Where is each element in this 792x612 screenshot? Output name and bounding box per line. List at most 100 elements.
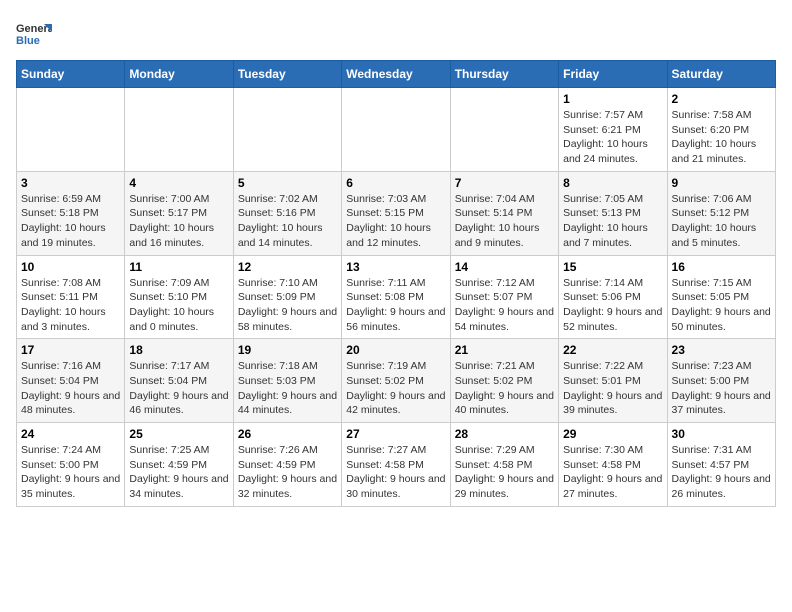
- day-number: 5: [238, 176, 337, 190]
- calendar-cell: 17 Sunrise: 7:16 AM Sunset: 5:04 PM Dayli…: [17, 339, 125, 423]
- day-info: Sunrise: 7:19 AM Sunset: 5:02 PM Dayligh…: [346, 359, 445, 418]
- day-number: 16: [672, 260, 771, 274]
- weekday-header: Sunday: [17, 61, 125, 88]
- calendar-cell: 21 Sunrise: 7:21 AM Sunset: 5:02 PM Dayli…: [450, 339, 558, 423]
- calendar-cell: 6Sunrise: 7:03 AM Sunset: 5:15 PM Daylig…: [342, 171, 450, 255]
- day-info: Sunrise: 7:10 AM Sunset: 5:09 PM Dayligh…: [238, 276, 337, 335]
- day-info: Sunrise: 7:24 AM Sunset: 5:00 PM Dayligh…: [21, 443, 120, 502]
- day-number: 24: [21, 427, 120, 441]
- day-number: 11: [129, 260, 228, 274]
- calendar-cell: 8Sunrise: 7:05 AM Sunset: 5:13 PM Daylig…: [559, 171, 667, 255]
- calendar-cell: [17, 88, 125, 172]
- calendar-cell: 14Sunrise: 7:12 AM Sunset: 5:07 PM Dayli…: [450, 255, 558, 339]
- calendar-cell: 9 Sunrise: 7:06 AM Sunset: 5:12 PM Daylig…: [667, 171, 775, 255]
- day-info: Sunrise: 7:16 AM Sunset: 5:04 PM Dayligh…: [21, 359, 120, 418]
- weekday-header: Wednesday: [342, 61, 450, 88]
- day-number: 25: [129, 427, 228, 441]
- day-info: Sunrise: 7:23 AM Sunset: 5:00 PM Dayligh…: [672, 359, 771, 418]
- day-number: 10: [21, 260, 120, 274]
- day-number: 22: [563, 343, 662, 357]
- day-info: Sunrise: 7:27 AM Sunset: 4:58 PM Dayligh…: [346, 443, 445, 502]
- calendar-cell: [233, 88, 341, 172]
- day-number: 15: [563, 260, 662, 274]
- day-info: Sunrise: 7:58 AM Sunset: 6:20 PM Dayligh…: [672, 108, 771, 167]
- day-number: 3: [21, 176, 120, 190]
- day-info: Sunrise: 7:18 AM Sunset: 5:03 PM Dayligh…: [238, 359, 337, 418]
- calendar-cell: 18 Sunrise: 7:17 AM Sunset: 5:04 PM Dayli…: [125, 339, 233, 423]
- day-info: Sunrise: 7:09 AM Sunset: 5:10 PM Dayligh…: [129, 276, 228, 335]
- day-info: Sunrise: 7:21 AM Sunset: 5:02 PM Dayligh…: [455, 359, 554, 418]
- day-number: 21: [455, 343, 554, 357]
- day-info: Sunrise: 7:14 AM Sunset: 5:06 PM Dayligh…: [563, 276, 662, 335]
- day-info: Sunrise: 6:59 AM Sunset: 5:18 PM Dayligh…: [21, 192, 120, 251]
- calendar-table: SundayMondayTuesdayWednesdayThursdayFrid…: [16, 60, 776, 507]
- weekday-header: Saturday: [667, 61, 775, 88]
- weekday-header: Tuesday: [233, 61, 341, 88]
- calendar-cell: 5 Sunrise: 7:02 AM Sunset: 5:16 PM Daylig…: [233, 171, 341, 255]
- day-number: 12: [238, 260, 337, 274]
- calendar-cell: 13Sunrise: 7:11 AM Sunset: 5:08 PM Dayli…: [342, 255, 450, 339]
- calendar-cell: 7 Sunrise: 7:04 AM Sunset: 5:14 PM Daylig…: [450, 171, 558, 255]
- calendar-cell: 26 Sunrise: 7:26 AM Sunset: 4:59 PM Dayli…: [233, 423, 341, 507]
- calendar-week-row: 3 Sunrise: 6:59 AM Sunset: 5:18 PM Daylig…: [17, 171, 776, 255]
- day-info: Sunrise: 7:11 AM Sunset: 5:08 PM Dayligh…: [346, 276, 445, 335]
- calendar-cell: 24 Sunrise: 7:24 AM Sunset: 5:00 PM Dayli…: [17, 423, 125, 507]
- calendar-cell: 2Sunrise: 7:58 AM Sunset: 6:20 PM Daylig…: [667, 88, 775, 172]
- calendar-week-row: 24 Sunrise: 7:24 AM Sunset: 5:00 PM Dayli…: [17, 423, 776, 507]
- day-info: Sunrise: 7:17 AM Sunset: 5:04 PM Dayligh…: [129, 359, 228, 418]
- day-info: Sunrise: 7:30 AM Sunset: 4:58 PM Dayligh…: [563, 443, 662, 502]
- day-info: Sunrise: 7:25 AM Sunset: 4:59 PM Dayligh…: [129, 443, 228, 502]
- calendar-cell: 11 Sunrise: 7:09 AM Sunset: 5:10 PM Dayli…: [125, 255, 233, 339]
- day-number: 7: [455, 176, 554, 190]
- day-number: 17: [21, 343, 120, 357]
- calendar-cell: [450, 88, 558, 172]
- day-number: 26: [238, 427, 337, 441]
- calendar-cell: 10 Sunrise: 7:08 AM Sunset: 5:11 PM Dayli…: [17, 255, 125, 339]
- day-info: Sunrise: 7:12 AM Sunset: 5:07 PM Dayligh…: [455, 276, 554, 335]
- calendar-cell: 16 Sunrise: 7:15 AM Sunset: 5:05 PM Dayli…: [667, 255, 775, 339]
- day-number: 29: [563, 427, 662, 441]
- day-info: Sunrise: 7:26 AM Sunset: 4:59 PM Dayligh…: [238, 443, 337, 502]
- day-number: 20: [346, 343, 445, 357]
- calendar-cell: 3 Sunrise: 6:59 AM Sunset: 5:18 PM Daylig…: [17, 171, 125, 255]
- calendar-cell: 22 Sunrise: 7:22 AM Sunset: 5:01 PM Dayli…: [559, 339, 667, 423]
- weekday-header: Friday: [559, 61, 667, 88]
- calendar-cell: 30 Sunrise: 7:31 AM Sunset: 4:57 PM Dayli…: [667, 423, 775, 507]
- logo-icon: General Blue: [16, 16, 52, 52]
- day-number: 18: [129, 343, 228, 357]
- day-info: Sunrise: 7:05 AM Sunset: 5:13 PM Dayligh…: [563, 192, 662, 251]
- calendar-cell: 15 Sunrise: 7:14 AM Sunset: 5:06 PM Dayli…: [559, 255, 667, 339]
- day-info: Sunrise: 7:22 AM Sunset: 5:01 PM Dayligh…: [563, 359, 662, 418]
- calendar-cell: 25 Sunrise: 7:25 AM Sunset: 4:59 PM Dayli…: [125, 423, 233, 507]
- day-number: 1: [563, 92, 662, 106]
- day-number: 30: [672, 427, 771, 441]
- weekday-header: Thursday: [450, 61, 558, 88]
- calendar-week-row: 10 Sunrise: 7:08 AM Sunset: 5:11 PM Dayli…: [17, 255, 776, 339]
- weekday-header: Monday: [125, 61, 233, 88]
- day-info: Sunrise: 7:57 AM Sunset: 6:21 PM Dayligh…: [563, 108, 662, 167]
- day-info: Sunrise: 7:02 AM Sunset: 5:16 PM Dayligh…: [238, 192, 337, 251]
- day-info: Sunrise: 7:06 AM Sunset: 5:12 PM Dayligh…: [672, 192, 771, 251]
- day-info: Sunrise: 7:08 AM Sunset: 5:11 PM Dayligh…: [21, 276, 120, 335]
- calendar-cell: 23Sunrise: 7:23 AM Sunset: 5:00 PM Dayli…: [667, 339, 775, 423]
- day-info: Sunrise: 7:04 AM Sunset: 5:14 PM Dayligh…: [455, 192, 554, 251]
- day-info: Sunrise: 7:00 AM Sunset: 5:17 PM Dayligh…: [129, 192, 228, 251]
- calendar-cell: 28 Sunrise: 7:29 AM Sunset: 4:58 PM Dayli…: [450, 423, 558, 507]
- day-number: 27: [346, 427, 445, 441]
- calendar-cell: [125, 88, 233, 172]
- day-number: 9: [672, 176, 771, 190]
- calendar-week-row: 1 Sunrise: 7:57 AM Sunset: 6:21 PM Daylig…: [17, 88, 776, 172]
- day-info: Sunrise: 7:31 AM Sunset: 4:57 PM Dayligh…: [672, 443, 771, 502]
- calendar-cell: 1 Sunrise: 7:57 AM Sunset: 6:21 PM Daylig…: [559, 88, 667, 172]
- page-header: General Blue: [16, 16, 776, 52]
- day-number: 19: [238, 343, 337, 357]
- day-info: Sunrise: 7:29 AM Sunset: 4:58 PM Dayligh…: [455, 443, 554, 502]
- calendar-cell: 29 Sunrise: 7:30 AM Sunset: 4:58 PM Dayli…: [559, 423, 667, 507]
- calendar-cell: [342, 88, 450, 172]
- day-number: 28: [455, 427, 554, 441]
- calendar-cell: 20 Sunrise: 7:19 AM Sunset: 5:02 PM Dayli…: [342, 339, 450, 423]
- day-info: Sunrise: 7:15 AM Sunset: 5:05 PM Dayligh…: [672, 276, 771, 335]
- calendar-cell: 12 Sunrise: 7:10 AM Sunset: 5:09 PM Dayli…: [233, 255, 341, 339]
- calendar-week-row: 17 Sunrise: 7:16 AM Sunset: 5:04 PM Dayli…: [17, 339, 776, 423]
- calendar-cell: 4Sunrise: 7:00 AM Sunset: 5:17 PM Daylig…: [125, 171, 233, 255]
